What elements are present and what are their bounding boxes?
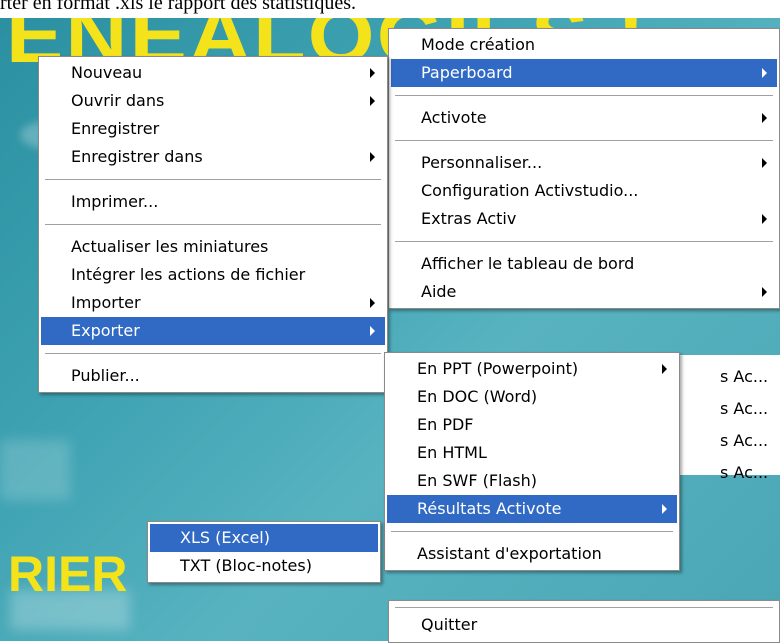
export-submenu: En PPT (Powerpoint) En DOC (Word) En PDF… — [384, 352, 680, 571]
menu-item-extras-activ[interactable]: Extras Activ — [391, 205, 777, 233]
menu-separator — [45, 353, 381, 354]
main-menu: Mode création Paperboard Activote Person… — [388, 28, 780, 309]
menu-item-xls-excel[interactable]: XLS (Excel) — [150, 524, 378, 552]
menu-item-aide[interactable]: Aide — [391, 278, 777, 306]
menu-item-mode-creation[interactable]: Mode création — [391, 31, 777, 59]
menu-item-imprimer[interactable]: Imprimer... — [41, 188, 385, 216]
document-caption: rter en format .xls le rapport des stati… — [0, 0, 357, 14]
menu-item-activote[interactable]: Activote — [391, 104, 777, 132]
submenu-arrow-icon — [370, 68, 375, 78]
menu-item-nouveau[interactable]: Nouveau — [41, 59, 385, 87]
menu-separator — [395, 241, 773, 242]
menu-item-label: En PPT (Powerpoint) — [417, 359, 579, 378]
menu-item-assistant-exportation[interactable]: Assistant d'exportation — [387, 540, 677, 568]
submenu-arrow-icon — [762, 113, 767, 123]
menu-item-label: Aide — [421, 282, 457, 301]
menu-separator — [45, 224, 381, 225]
menu-item-export-html[interactable]: En HTML — [387, 439, 677, 467]
background-text-fragment: s Ac... — [720, 367, 769, 386]
menu-item-label: Enregistrer dans — [71, 147, 203, 166]
document-caption-strip: rter en format .xls le rapport des stati… — [0, 0, 780, 18]
menu-item-quitter[interactable]: Quitter — [391, 612, 777, 640]
banner-word-rier: RIER — [8, 546, 128, 602]
menu-separator — [45, 179, 381, 180]
file-menu: Nouveau Ouvrir dans Enregistrer Enregist… — [38, 56, 388, 393]
submenu-arrow-icon — [762, 68, 767, 78]
menu-item-enregistrer-dans[interactable]: Enregistrer dans — [41, 143, 385, 171]
submenu-arrow-icon — [662, 364, 667, 374]
menu-item-importer[interactable]: Importer — [41, 289, 385, 317]
menu-item-configuration[interactable]: Configuration Activstudio... — [391, 177, 777, 205]
menu-separator — [395, 140, 773, 141]
menu-item-actualiser-miniatures[interactable]: Actualiser les miniatures — [41, 233, 385, 261]
submenu-arrow-icon — [762, 214, 767, 224]
menu-item-resultats-activote[interactable]: Résultats Activote — [387, 495, 677, 523]
menu-item-paperboard[interactable]: Paperboard — [391, 59, 777, 87]
submenu-arrow-icon — [662, 504, 667, 514]
menu-item-export-doc[interactable]: En DOC (Word) — [387, 383, 677, 411]
menu-item-label: Ouvrir dans — [71, 91, 165, 110]
menu-item-integrer-actions[interactable]: Intégrer les actions de fichier — [41, 261, 385, 289]
menu-item-publier[interactable]: Publier... — [41, 362, 385, 390]
background-text-fragment: s Ac... — [720, 431, 769, 450]
menu-separator — [391, 531, 673, 532]
submenu-arrow-icon — [762, 287, 767, 297]
menu-item-personnaliser[interactable]: Personnaliser... — [391, 149, 777, 177]
menu-item-export-pdf[interactable]: En PDF — [387, 411, 677, 439]
menu-item-label: Résultats Activote — [417, 499, 562, 518]
menu-item-label: Activote — [421, 108, 487, 127]
menu-item-export-swf[interactable]: En SWF (Flash) — [387, 467, 677, 495]
menu-item-label: Nouveau — [71, 63, 143, 82]
menu-item-exporter[interactable]: Exporter — [41, 317, 385, 345]
menu-item-txt-bloc-notes[interactable]: TXT (Bloc-notes) — [150, 552, 378, 580]
menu-separator — [395, 607, 773, 608]
menu-item-label: Paperboard — [421, 63, 513, 82]
menu-item-label: Extras Activ — [421, 209, 517, 228]
menu-item-enregistrer[interactable]: Enregistrer — [41, 115, 385, 143]
submenu-arrow-icon — [370, 96, 375, 106]
background-watermark — [0, 440, 70, 500]
menu-item-label: Exporter — [71, 321, 140, 340]
menu-item-label: Personnaliser... — [421, 153, 543, 172]
background-text-fragment: s Ac... — [720, 463, 769, 482]
menu-item-label: Importer — [71, 293, 141, 312]
menu-item-export-ppt[interactable]: En PPT (Powerpoint) — [387, 355, 677, 383]
menu-separator — [395, 95, 773, 96]
menu-item-tableau-de-bord[interactable]: Afficher le tableau de bord — [391, 250, 777, 278]
submenu-arrow-icon — [370, 152, 375, 162]
main-menu-bottom: Quitter — [388, 600, 780, 643]
submenu-arrow-icon — [370, 326, 375, 336]
menu-item-ouvrir-dans[interactable]: Ouvrir dans — [41, 87, 385, 115]
submenu-arrow-icon — [762, 158, 767, 168]
background-text-fragment: s Ac... — [720, 399, 769, 418]
submenu-arrow-icon — [370, 298, 375, 308]
activote-results-submenu: XLS (Excel) TXT (Bloc-notes) — [147, 521, 381, 583]
